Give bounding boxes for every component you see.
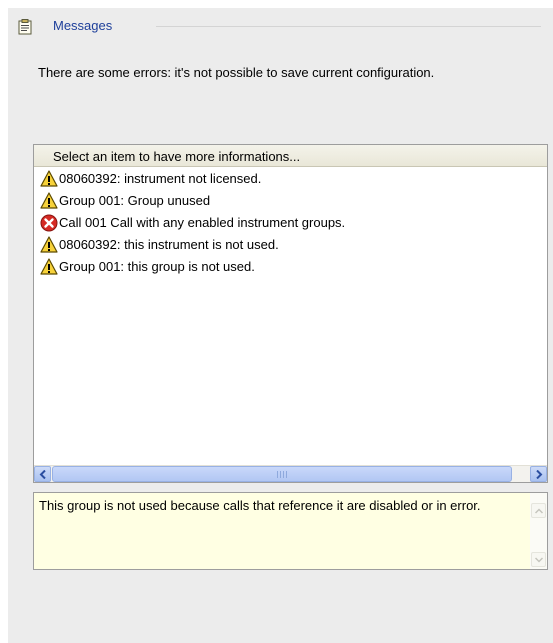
- horizontal-scrollbar[interactable]: [34, 465, 547, 482]
- warning-icon: [40, 258, 58, 276]
- warning-icon: [40, 236, 58, 254]
- messages-panel: Messages There are some errors: it's not…: [8, 8, 553, 643]
- scroll-down-button[interactable]: [531, 552, 546, 567]
- chevron-up-icon: [535, 508, 543, 514]
- vertical-scrollbar[interactable]: [530, 493, 547, 569]
- list-item-text: Group 001: Group unused: [59, 193, 211, 208]
- message-detail[interactable]: This group is not used because calls tha…: [33, 492, 548, 570]
- list-item[interactable]: Group 001: this group is not used.: [34, 256, 547, 278]
- scroll-right-button[interactable]: [530, 466, 547, 482]
- page: Messages There are some errors: it's not…: [0, 0, 553, 643]
- chevron-right-icon: [536, 470, 543, 479]
- notepad-icon: [18, 19, 32, 35]
- list-item[interactable]: 08060392: this instrument is not used.: [34, 234, 547, 256]
- list-items: 08060392: instrument not licensed. Group…: [34, 168, 547, 278]
- detail-text: This group is not used because calls tha…: [39, 498, 481, 513]
- error-icon: [40, 214, 58, 232]
- warning-icon: [40, 170, 58, 188]
- chevron-left-icon: [39, 470, 46, 479]
- message-list[interactable]: Select an item to have more informations…: [33, 144, 548, 483]
- list-item-text: 08060392: this instrument is not used.: [59, 237, 279, 252]
- warning-icon: [40, 192, 58, 210]
- scroll-up-button[interactable]: [531, 503, 546, 518]
- scroll-left-button[interactable]: [34, 466, 51, 482]
- list-header-label: Select an item to have more informations…: [53, 149, 301, 164]
- list-header: Select an item to have more informations…: [34, 145, 547, 167]
- list-item[interactable]: Group 001: Group unused: [34, 190, 547, 212]
- chevron-down-icon: [535, 557, 543, 563]
- list-item-text: Call 001 Call with any enabled instrumen…: [59, 215, 346, 230]
- list-item[interactable]: Call 001 Call with any enabled instrumen…: [34, 212, 547, 234]
- list-item[interactable]: 08060392: instrument not licensed.: [34, 168, 547, 190]
- scroll-thumb[interactable]: [52, 466, 512, 482]
- panel-header: Messages: [8, 8, 553, 38]
- list-item-text: 08060392: instrument not licensed.: [59, 171, 262, 186]
- error-summary: There are some errors: it's not possible…: [38, 65, 435, 80]
- panel-title: Messages: [53, 18, 113, 33]
- header-divider: [156, 26, 541, 27]
- thumb-grip: [277, 471, 287, 478]
- list-item-text: Group 001: this group is not used.: [59, 259, 255, 274]
